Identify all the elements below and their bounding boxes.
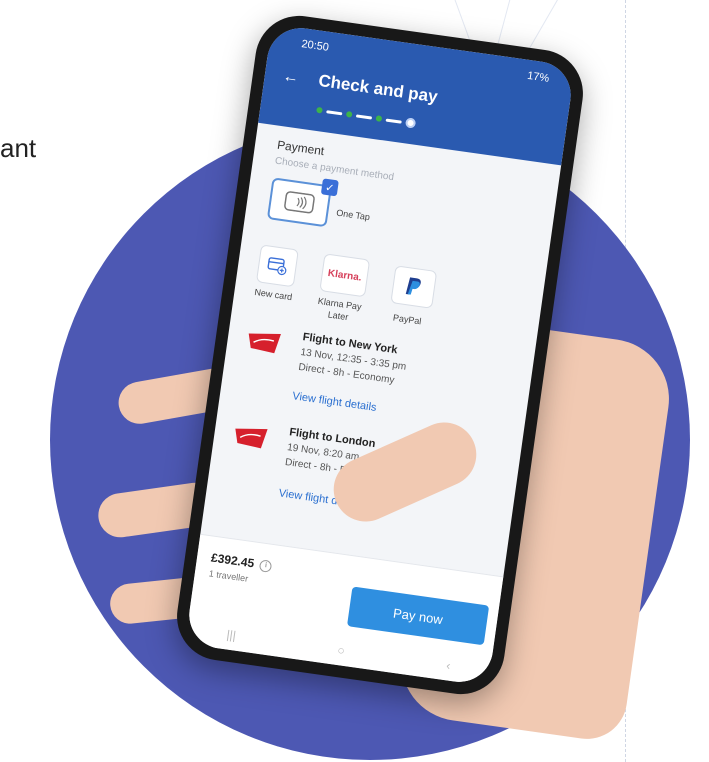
step-dot [375, 115, 383, 122]
recent-apps-icon[interactable]: ||| [226, 627, 237, 642]
back-arrow-icon[interactable]: ← [282, 68, 300, 88]
step-dot [345, 110, 353, 118]
info-icon[interactable]: i [259, 559, 273, 573]
klarna-logo: Klarna. [327, 267, 363, 284]
flight-card-new-york: Flight to New York 13 Nov, 12:35 - 3:35 … [237, 323, 523, 441]
page-text-fragment: ant [0, 133, 37, 163]
payment-new-card[interactable] [255, 244, 299, 288]
progress-stepper [316, 105, 417, 129]
payment-one-tap[interactable]: ✓ [266, 177, 339, 228]
virgin-atlantic-logo [235, 428, 268, 449]
payment-klarna[interactable]: Klarna. [319, 253, 371, 298]
contactless-icon [284, 191, 315, 214]
battery-indicator: 17% [526, 69, 550, 85]
view-flight-details-link[interactable]: View flight details [292, 390, 378, 414]
status-time: 20:50 [300, 38, 330, 54]
page-title: Check and pay [317, 70, 439, 107]
step-dot [316, 106, 323, 114]
step-bar [355, 113, 373, 120]
traveller-count: 1 traveller [208, 568, 249, 584]
payment-klarna-label: Klarna Pay Later [317, 295, 363, 323]
new-card-icon [267, 257, 287, 276]
price-value: £392.45 [210, 550, 256, 571]
home-icon[interactable]: ○ [337, 643, 346, 658]
payment-paypal[interactable] [390, 265, 438, 309]
back-nav-icon[interactable]: ‹ [445, 658, 451, 672]
pay-now-button[interactable]: Pay now [346, 586, 490, 646]
payment-section-title: Payment [276, 137, 326, 159]
payment-one-tap-label: One Tap [335, 207, 371, 223]
payment-paypal-label: PayPal [392, 312, 423, 327]
payment-new-card-label: New card [253, 286, 293, 303]
step-bar [385, 118, 402, 124]
paypal-icon [405, 277, 421, 295]
step-current [404, 117, 417, 129]
virgin-atlantic-logo [248, 333, 281, 354]
step-bar [326, 109, 343, 115]
checkbox-checked-icon: ✓ [320, 178, 339, 197]
